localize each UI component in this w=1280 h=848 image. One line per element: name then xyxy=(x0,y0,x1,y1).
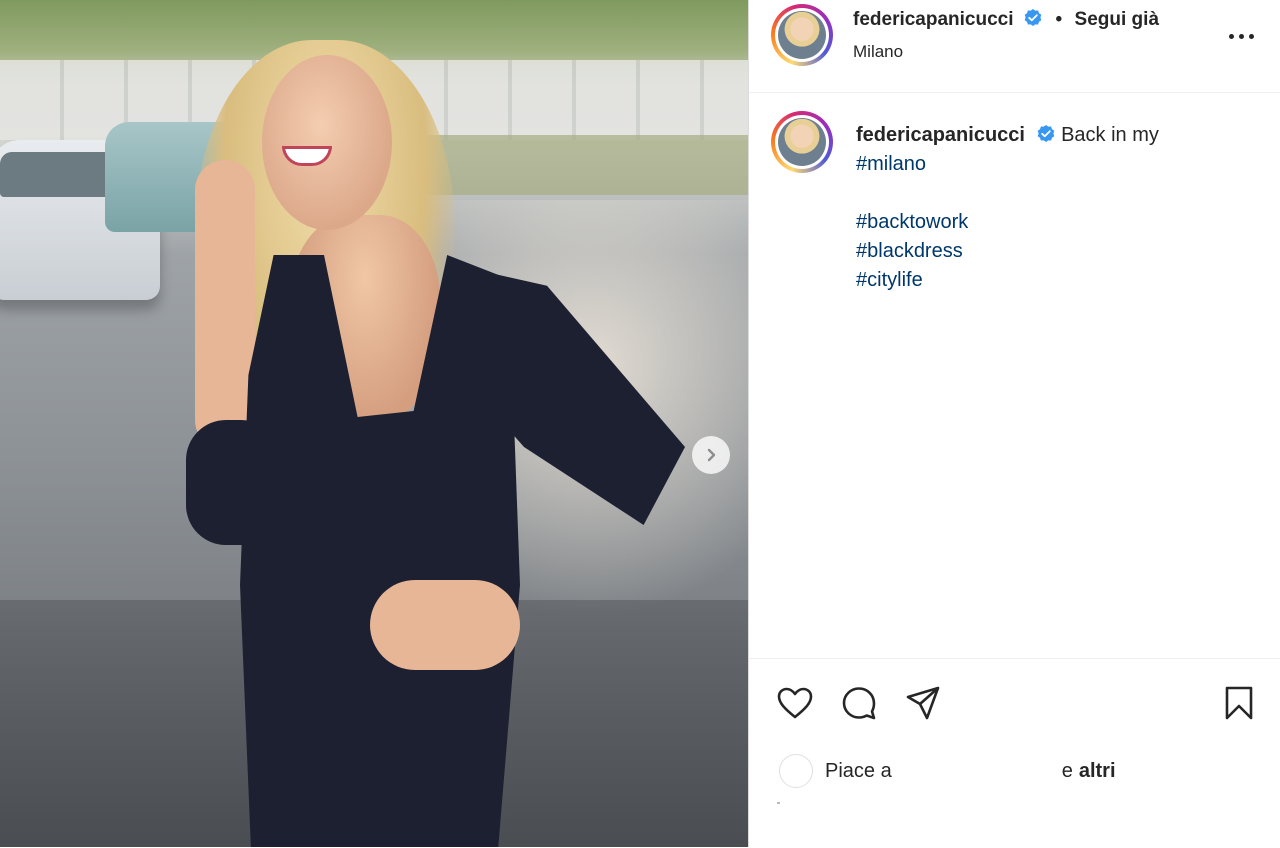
chevron-right-icon xyxy=(707,448,716,462)
post-header: federicapanicucci • Segui già Milano xyxy=(749,0,1280,93)
follow-status-button[interactable]: Segui già xyxy=(1075,9,1159,30)
dress-sleeve-left xyxy=(186,420,281,545)
share-button[interactable] xyxy=(903,683,943,723)
like-button[interactable] xyxy=(775,683,815,723)
save-button[interactable] xyxy=(1219,683,1259,723)
person-hand xyxy=(370,580,520,670)
separator-dot: • xyxy=(1055,9,1063,30)
person-arm xyxy=(195,160,255,450)
caption-username[interactable]: federicapanicucci xyxy=(856,124,1025,146)
author-avatar[interactable] xyxy=(771,4,833,66)
hashtag-link[interactable]: #blackdress xyxy=(856,237,1256,266)
likes-others-link[interactable]: altri xyxy=(1079,760,1116,783)
comment-button[interactable] xyxy=(839,683,879,723)
bookmark-icon xyxy=(1225,686,1253,720)
caption-text-block: federicapanicucci Back in my #milano #ba… xyxy=(856,121,1256,295)
more-options-icon[interactable] xyxy=(1221,24,1261,48)
verified-badge-icon xyxy=(1024,9,1042,26)
likes-prefix: Piace a xyxy=(825,759,892,782)
comment-icon xyxy=(842,687,876,720)
send-icon xyxy=(906,686,940,720)
likes-summary[interactable]: Piace a e altri xyxy=(779,754,1116,788)
post-actions: Piace a e altri xyxy=(749,658,1280,848)
divider-mark xyxy=(777,802,780,804)
hashtag-link[interactable]: #citylife xyxy=(856,266,1256,295)
verified-badge-icon xyxy=(1037,125,1054,142)
liker-avatar[interactable] xyxy=(779,754,813,788)
hashtag-link[interactable]: #milano xyxy=(856,150,1256,179)
post-photo[interactable] xyxy=(0,0,748,847)
author-username[interactable]: federicapanicucci xyxy=(853,9,1014,30)
post-caption: federicapanicucci Back in my #milano #ba… xyxy=(749,93,1280,658)
caption-text: Back in my xyxy=(1061,124,1159,146)
likes-connector: e xyxy=(1061,759,1073,782)
hashtag-link[interactable]: #backtowork xyxy=(856,208,1256,237)
post-sidebar: federicapanicucci • Segui già Milano fed… xyxy=(748,0,1280,847)
caption-author-avatar[interactable] xyxy=(771,111,833,173)
background-hedge xyxy=(420,135,748,195)
heart-icon xyxy=(777,687,813,719)
person-face xyxy=(262,55,392,230)
post-location[interactable]: Milano xyxy=(853,42,903,62)
next-photo-button[interactable] xyxy=(692,436,730,474)
